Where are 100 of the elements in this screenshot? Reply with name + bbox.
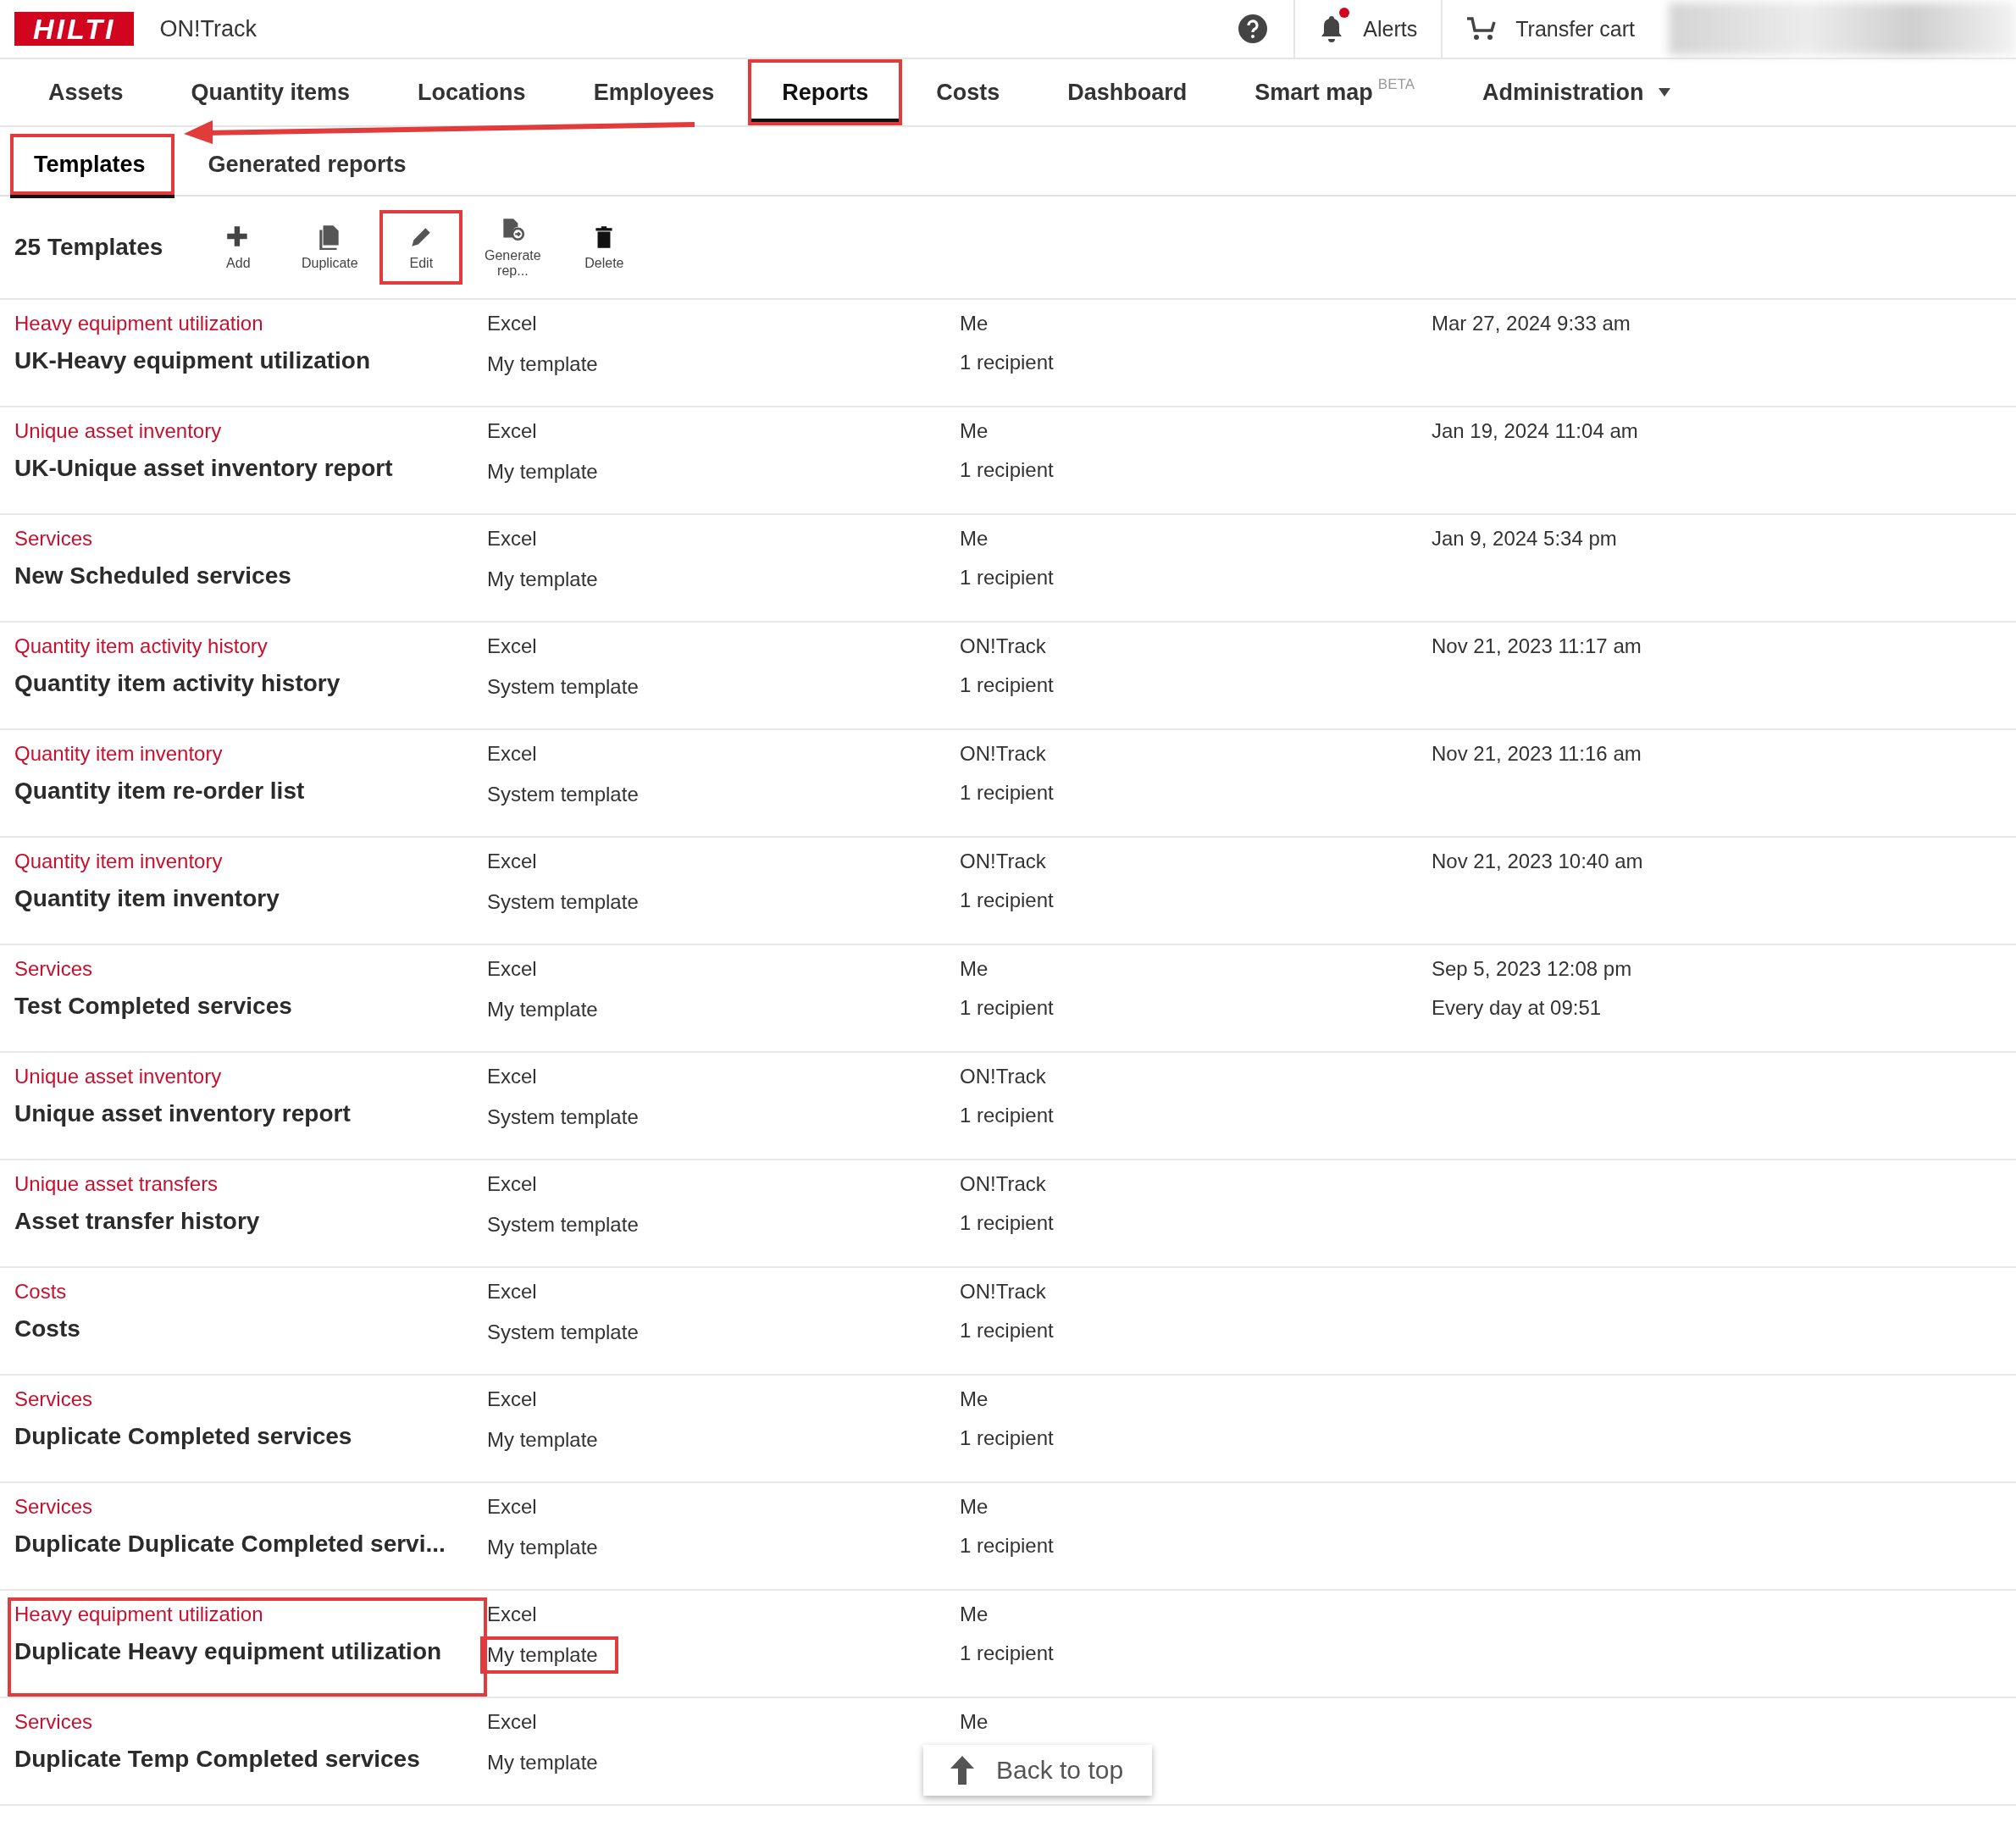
format-text: Excel <box>487 1495 537 1519</box>
recipients-text: 1 recipient <box>960 458 1054 482</box>
recipients-text: 1 recipient <box>960 1426 1054 1450</box>
recipients-text: 1 recipient <box>960 566 1054 590</box>
modified-date: Mar 27, 2024 9:33 am <box>1432 312 1631 335</box>
report-category: Services <box>14 1387 93 1411</box>
owner-text: ON!Track <box>960 1065 1046 1088</box>
recipients-text: 1 recipient <box>960 1211 1054 1235</box>
modified-date: Jan 19, 2024 11:04 am <box>1432 419 1638 443</box>
owner-text: ON!Track <box>960 850 1046 873</box>
template-type: My template <box>486 352 599 377</box>
report-category: Costs <box>14 1280 67 1304</box>
report-category: Services <box>14 527 93 551</box>
format-text: Excel <box>487 742 537 766</box>
recipients-text: 1 recipient <box>960 1319 1054 1343</box>
template-type: My template <box>480 1636 618 1674</box>
modified-date: Sep 5, 2023 12:08 pm <box>1432 957 1632 981</box>
template-name[interactable]: Quantity item inventory <box>14 885 280 912</box>
template-type: My template <box>486 459 599 484</box>
sub-tab[interactable]: Generated reports <box>184 134 435 195</box>
nav-tab[interactable]: Employees <box>559 59 749 125</box>
template-type: System template <box>486 889 640 915</box>
cart-icon[interactable] <box>1466 16 1498 42</box>
nav-tab[interactable]: Quantity items <box>157 59 385 125</box>
template-type: My template <box>486 1427 599 1453</box>
report-category: Services <box>14 957 93 981</box>
template-name[interactable]: UK-Heavy equipment utilization <box>14 347 371 374</box>
template-type: System template <box>486 1320 640 1345</box>
owner-text: Me <box>960 1387 989 1411</box>
help-icon[interactable] <box>1238 14 1269 44</box>
report-category: Services <box>14 1495 93 1519</box>
report-category: Heavy equipment utilization <box>14 312 263 335</box>
owner-text: ON!Track <box>960 634 1046 658</box>
delete-button[interactable]: Delete <box>562 210 646 285</box>
report-category: Quantity item inventory <box>14 742 223 766</box>
owner-text: ON!Track <box>960 1280 1046 1304</box>
report-category: Unique asset inventory <box>14 419 222 443</box>
alerts-link[interactable]: Alerts <box>1363 16 1418 42</box>
template-type: My template <box>486 1535 599 1560</box>
template-name[interactable]: UK-Unique asset inventory report <box>14 455 393 482</box>
add-button[interactable]: Add <box>197 210 280 285</box>
modified-date: Nov 21, 2023 11:16 am <box>1432 742 1642 766</box>
format-text: Excel <box>487 312 537 335</box>
format-text: Excel <box>487 957 537 981</box>
template-name[interactable]: New Scheduled services <box>14 562 291 590</box>
transfer-cart-link[interactable]: Transfer cart <box>1515 16 1635 42</box>
recipients-text: 1 recipient <box>960 889 1054 912</box>
modified-date: Jan 9, 2024 5:34 pm <box>1432 527 1617 551</box>
format-text: Excel <box>487 527 537 551</box>
nav-tab[interactable]: Administration <box>1448 59 1705 125</box>
template-name[interactable]: Duplicate Completed services <box>14 1423 352 1450</box>
report-category: Quantity item activity history <box>14 634 268 658</box>
recipients-text: 1 recipient <box>960 1642 1054 1665</box>
recipients-text: 1 recipient <box>960 1534 1054 1558</box>
nav-tab[interactable]: Costs <box>902 59 1034 125</box>
template-name[interactable]: Quantity item activity history <box>14 670 341 697</box>
nav-tab[interactable]: Dashboard <box>1033 59 1221 125</box>
owner-text: Me <box>960 1495 989 1519</box>
owner-text: Me <box>960 957 989 981</box>
template-name[interactable]: Duplicate Heavy equipment utilization <box>14 1638 442 1665</box>
generate-button[interactable]: Generate rep... <box>471 210 555 285</box>
template-count: 25 Templates <box>14 234 163 261</box>
format-text: Excel <box>487 1387 537 1411</box>
owner-text: Me <box>960 312 989 335</box>
format-text: Excel <box>487 634 537 658</box>
report-category: Heavy equipment utilization <box>14 1603 263 1626</box>
arrow-up-icon <box>949 1755 976 1785</box>
report-category: Unique asset inventory <box>14 1065 222 1088</box>
recipients-text: 1 recipient <box>960 781 1054 805</box>
recipients-text: 1 recipient <box>960 351 1054 374</box>
owner-text: ON!Track <box>960 1172 1046 1196</box>
brand-logo[interactable]: HILTI <box>14 12 135 46</box>
app-name: ON!Track <box>159 15 257 42</box>
format-text: Excel <box>487 1710 537 1734</box>
nav-tab[interactable]: Assets <box>14 59 158 125</box>
edit-button[interactable]: Edit <box>379 210 463 285</box>
template-name[interactable]: Asset transfer history <box>14 1208 260 1235</box>
format-text: Excel <box>487 850 537 873</box>
template-name[interactable]: Costs <box>14 1315 80 1343</box>
duplicate-button[interactable]: Duplicate <box>288 210 372 285</box>
owner-text: Me <box>960 1710 989 1734</box>
template-type: System template <box>486 782 640 807</box>
template-type: My template <box>486 997 599 1022</box>
template-name[interactable]: Duplicate Temp Completed services <box>14 1746 420 1773</box>
template-name[interactable]: Test Completed services <box>14 993 292 1020</box>
report-category: Services <box>14 1710 93 1734</box>
format-text: Excel <box>487 1172 537 1196</box>
modified-date: Nov 21, 2023 10:40 am <box>1432 850 1643 873</box>
recipients-text: 1 recipient <box>960 673 1054 697</box>
nav-tab[interactable]: Reports <box>748 59 903 125</box>
template-name[interactable]: Unique asset inventory report <box>14 1100 351 1127</box>
report-category: Unique asset transfers <box>14 1172 219 1196</box>
recipients-text: 1 recipient <box>960 996 1054 1020</box>
owner-text: Me <box>960 527 989 551</box>
nav-tab[interactable]: Smart map BETA <box>1221 59 1448 125</box>
nav-tab[interactable]: Locations <box>384 59 560 125</box>
template-name[interactable]: Quantity item re-order list <box>14 778 305 805</box>
template-type: My template <box>486 1750 599 1775</box>
template-name[interactable]: Duplicate Duplicate Completed servi... <box>14 1531 446 1558</box>
back-to-top-button[interactable]: Back to top <box>923 1745 1153 1796</box>
